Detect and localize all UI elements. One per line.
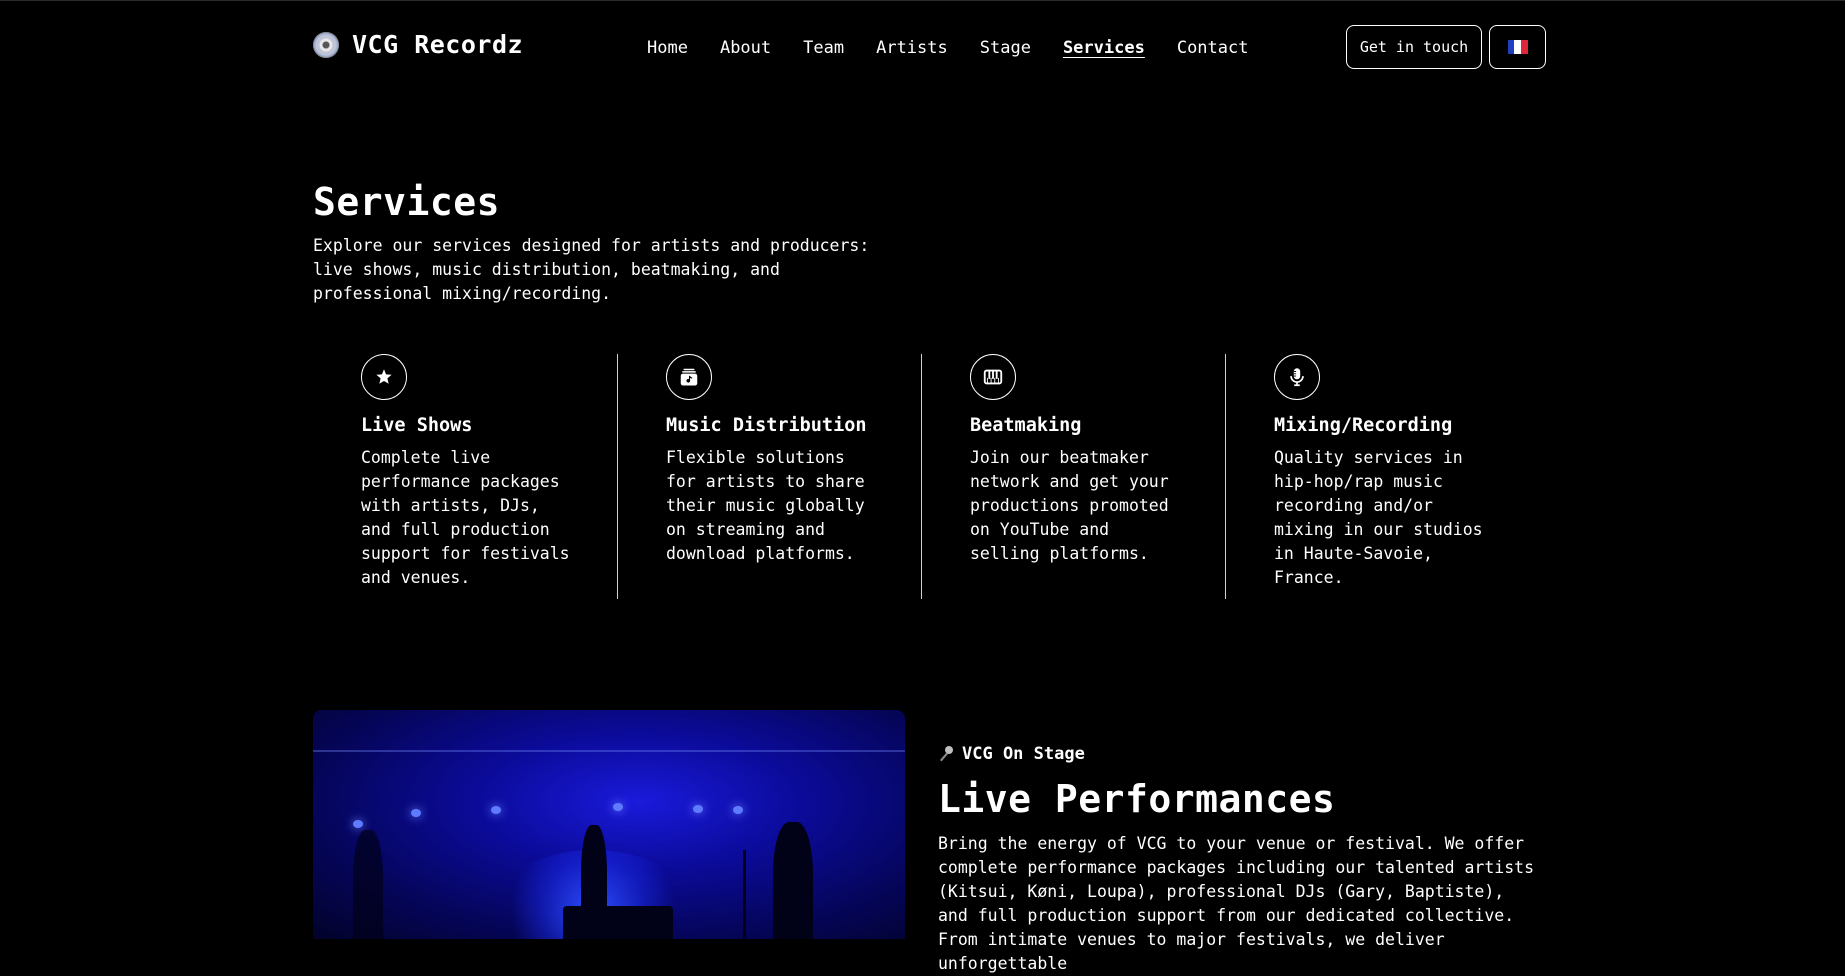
stage-photo	[313, 710, 905, 939]
stage-light	[693, 805, 703, 813]
stage-title: Live Performances	[938, 777, 1336, 821]
language-button[interactable]	[1489, 25, 1546, 69]
service-cards: Live Shows Complete live performance pac…	[313, 354, 1546, 599]
service-text: Flexible solutions for artists to share …	[666, 448, 865, 563]
piano-keys-icon	[970, 354, 1016, 400]
mic-stand	[743, 850, 746, 939]
cd-disc-icon	[313, 31, 339, 58]
top-border	[0, 0, 1845, 1]
french-flag-icon	[1507, 40, 1528, 54]
nav-team[interactable]: Team	[803, 38, 844, 58]
site-header: VCG Recordz Home About Team Artists Stag…	[313, 25, 1546, 72]
logo[interactable]: VCG Recordz	[313, 30, 523, 59]
service-card-music-distribution: Music Distribution Flexible solutions fo…	[617, 354, 921, 599]
service-title: Live Shows	[361, 415, 473, 436]
stage-truss	[313, 750, 905, 807]
stage-light	[411, 809, 421, 817]
services-description: Explore our services designed for artist…	[313, 236, 870, 303]
performer-silhouette	[773, 822, 813, 939]
service-card-beatmaking: Beatmaking Join our beatmaker network an…	[921, 354, 1225, 599]
service-title: Beatmaking	[970, 415, 1082, 436]
stage-light	[353, 820, 363, 828]
service-card-mixing-recording: Mixing/Recording Quality services in hip…	[1225, 354, 1529, 599]
nav-artists[interactable]: Artists	[876, 38, 948, 58]
microphone-icon	[940, 746, 953, 762]
main-nav: Home About Team Artists Stage Services C…	[647, 38, 1248, 58]
nav-contact[interactable]: Contact	[1177, 38, 1249, 58]
dj-booth	[563, 906, 673, 939]
stage-tag-label: VCG On Stage	[962, 744, 1085, 764]
stage-light	[613, 803, 623, 811]
logo-text: VCG Recordz	[352, 30, 524, 59]
stage-light	[733, 806, 743, 814]
star-icon	[361, 354, 407, 400]
service-text: Quality services in hip-hop/rap music re…	[1274, 448, 1483, 587]
service-text: Complete live performance packages with …	[361, 448, 570, 587]
microphone-icon	[1274, 354, 1320, 400]
service-card-live-shows: Live Shows Complete live performance pac…	[313, 354, 617, 599]
stage-description: Bring the energy of VCG to your venue or…	[938, 834, 1535, 973]
nav-stage[interactable]: Stage	[980, 38, 1031, 58]
nav-about[interactable]: About	[720, 38, 771, 58]
music-album-icon	[666, 354, 712, 400]
get-in-touch-button[interactable]: Get in touch	[1346, 25, 1482, 69]
service-text: Join our beatmaker network and get your …	[970, 448, 1169, 563]
nav-home[interactable]: Home	[647, 38, 688, 58]
stage-light	[491, 806, 501, 814]
stage-tag: VCG On Stage	[938, 744, 1085, 764]
performer-silhouette	[353, 830, 383, 939]
service-title: Mixing/Recording	[1274, 415, 1453, 436]
service-title: Music Distribution	[666, 415, 867, 436]
page-title: Services	[313, 180, 501, 224]
nav-services[interactable]: Services	[1063, 38, 1145, 58]
